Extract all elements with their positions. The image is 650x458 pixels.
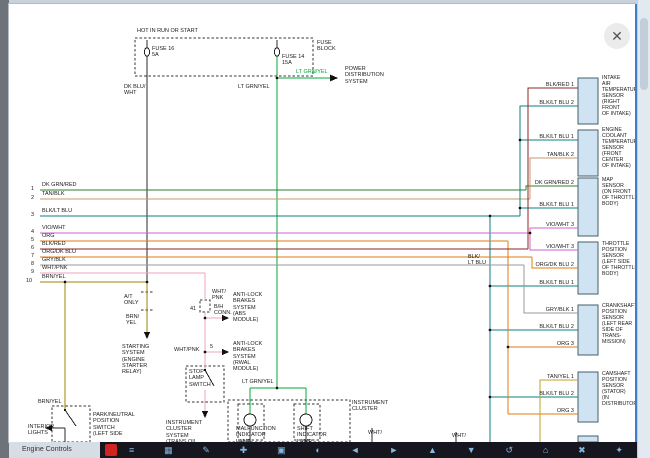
select-icon[interactable]: ▣ [277,442,286,458]
wire4-label: VIO/WHT [42,225,66,231]
wire5-num: 5 [31,237,34,243]
wire4-num: 4 [31,229,34,235]
diagram-labels: HOT IN RUN OR START FUSE 16 5A FUSE 14 15A… [9,4,635,442]
at-only-label: A/T ONLY [124,294,139,307]
wht-partial-1-label: WHT/ [368,430,382,436]
ect-pin2-label: TAN/BLK 2 [526,152,574,158]
brn-yel-mid-label: BRN/ YEL [126,314,139,327]
down-icon[interactable]: ▼ [467,442,476,458]
interior-lights-label: INTERIOR LIGHTS [28,424,54,437]
map-pin3-label: VIO/WHT 3 [526,222,574,228]
wire1-label: DK GRN/RED [42,182,77,188]
pnp-switch-label: PARK/NEUTRAL POSITION SWITCH (LEFT SIDE [93,412,135,437]
iat-sensor-label: INTAKE AIR TEMPERATURE SENSOR (RIGHT FRO… [602,76,635,118]
wire5-label: ORG [42,233,55,239]
grid-icon[interactable]: ▦ [164,442,173,458]
app-window: HOT IN RUN OR START FUSE 16 5A FUSE 14 15A… [0,0,650,458]
map-pin1-label: BLK/LT BLU 1 [526,202,574,208]
tps-pin2-label: ORG/DK BLU 2 [526,262,574,268]
tps-pin1-label: BLK/LT BLU 1 [526,280,574,286]
wire9-num: 9 [31,269,34,275]
brn-yel-bottom-label: BRN/YEL [38,399,62,405]
ckp-sensor-label: CRANKSHAFT POSITION SENSOR (LEFT REAR SI… [602,304,635,346]
wire6-label: BLK/RED [42,241,66,247]
wire1-num: 1 [31,186,34,192]
lt-grn-yel-bottom-label: LT GRN/YEL [242,379,274,385]
cmp-pin3-label: ORG 3 [526,408,574,414]
wire8-num: 8 [31,261,34,267]
diagram-canvas: HOT IN RUN OR START FUSE 16 5A FUSE 14 15A… [9,4,635,442]
stop-lamp-switch-label: STOP LAMP SWITCH [189,369,211,388]
bh-conn-label: B/H CONN. [214,304,232,317]
refresh-icon[interactable]: ↺ [505,442,513,458]
menu-icon[interactable]: ≡ [129,442,134,458]
cmp-sensor-label: CAMSHAFT POSITION SENSOR (STATOR) (IN DI… [602,372,635,408]
abs-module-label: ANTI-LOCK BRAKES SYSTEM (ABS MODULE) [233,292,262,324]
iat-pin1-label: BLK/RED 1 [526,82,574,88]
fuse-block-label: FUSE BLOCK [317,40,336,53]
wire7-num: 7 [31,253,34,259]
wht-pnk-upper-label: WHT/ PNK [212,289,226,302]
contrast-icon[interactable]: ◐ [315,442,320,458]
wire7-label: ORG/DK BLU [42,249,76,255]
shift-lamp-label: SHIFT INDICATOR LAMP [297,426,327,442]
status-title: Engine Controls [22,446,72,453]
home-icon[interactable]: ⌂ [543,442,548,458]
tps-pin3-label: VIO/WHT 3 [526,244,574,250]
wht-pnk-lower-label: WHT/PNK [174,347,199,353]
ect-sensor-label: ENGINE COOLANT TEMPERATURE SENSOR (FRONT… [602,128,635,170]
ckp-pin1-label: GRY/BLK 1 [526,307,574,313]
pin-41-label: 41 [190,306,196,312]
wire10-num: 10 [26,278,32,284]
lt-grn-yel-top-label: LT GRN/YEL [296,69,328,75]
toolbar-icons: ≡ ▦ ✎ ✚ ▣ ◐ ◄ ► ▲ ▼ ↺ ⌂ ✖ ✦ [125,442,637,458]
next-icon[interactable]: ► [389,442,398,458]
ckp-pin2-label: BLK/LT BLU 2 [526,324,574,330]
cmp-pin1-label: TAN/YEL 1 [526,374,574,380]
cmp-pin2-label: BLK/LT BLU 2 [526,391,574,397]
dk-blu-wht-label: DK BLU/ WHT [124,84,145,97]
lt-grn-yel-left-label: LT GRN/YEL [238,84,270,90]
close-button[interactable]: ✕ [604,23,630,49]
wire2-num: 2 [31,195,34,201]
fuse14-label: FUSE 14 15A [282,54,304,67]
add-note-icon[interactable]: ✚ [240,442,248,458]
prev-icon[interactable]: ◄ [351,442,360,458]
tps-sensor-label: THROTTLE POSITION SENSOR (LEFT SIDE OF T… [602,242,635,278]
malfunction-lamp-label: MALFUNCTION INDICATOR LAMP [236,426,276,442]
wire6-num: 6 [31,245,34,251]
ckp-pin3-label: ORG 3 [526,341,574,347]
statusbar: Engine Controls [9,442,100,458]
wire10-label: BRN/YEL [42,274,66,280]
trans-oil-temp-label: INSTRUMENT CLUSTER SYSTEM (TRANS OIL TEM… [166,420,204,442]
left-edge-strip [0,0,9,458]
map-sensor-label: MAP SENSOR (ON FRONT OF THROTTLE BODY) [602,178,635,208]
highlight-icon[interactable]: ✦ [615,442,623,458]
iat-pin2-label: BLK/LT BLU 2 [526,100,574,106]
map-pin2-label: DK GRN/RED 2 [526,180,574,186]
blk-lt-blu-mid-label: BLK/ LT BLU [468,254,486,267]
wht-partial-2-label: WHT/ [452,433,466,439]
pin-5-label: 5 [210,344,213,350]
wire2-label: TAN/BLK [42,191,65,197]
wire3-label: BLK/LT BLU [42,208,72,214]
close-icon: ✕ [611,28,623,44]
wire8-label: GRY/BLK [42,257,66,263]
power-distribution-label: POWER DISTRIBUTION SYSTEM [345,66,384,85]
wire9-label: WHT/PNK [42,265,67,271]
clear-icon[interactable]: ✖ [578,442,586,458]
rwal-module-label: ANTI-LOCK BRAKES SYSTEM (RWAL MODULE) [233,341,262,373]
instrument-cluster-title-label: INSTRUMENT CLUSTER [352,400,388,413]
app-icon-red[interactable] [105,444,117,456]
starting-system-label: STARTING SYSTEM (ENGINE STARTER RELAY) [122,344,149,376]
annotate-icon[interactable]: ✎ [202,442,210,458]
hot-in-run-label: HOT IN RUN OR START [137,28,198,34]
bottom-toolbar: ≡ ▦ ✎ ✚ ▣ ◐ ◄ ► ▲ ▼ ↺ ⌂ ✖ ✦ [100,442,637,458]
up-icon[interactable]: ▲ [428,442,437,458]
ect-pin1-label: BLK/LT BLU 1 [526,134,574,140]
scrollbar-track[interactable] [637,0,650,458]
wire3-num: 3 [31,212,34,218]
scrollbar-thumb[interactable] [640,18,648,90]
fuse16-label: FUSE 16 5A [152,46,174,59]
